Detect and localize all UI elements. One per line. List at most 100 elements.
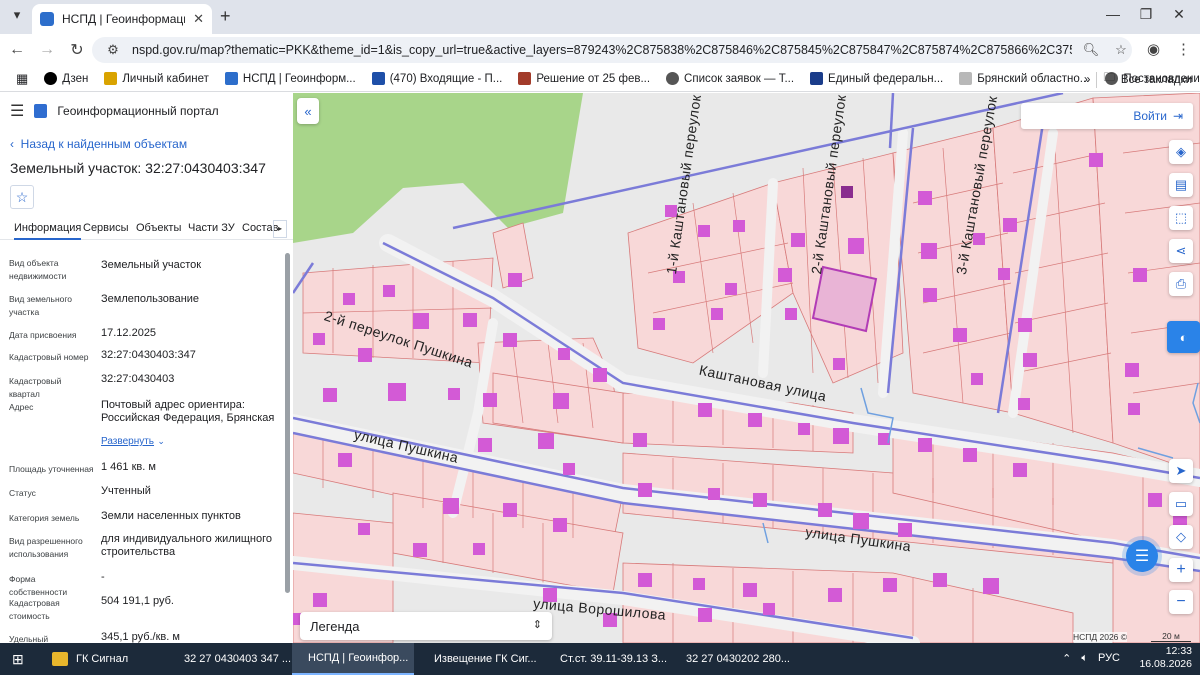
all-bookmarks-link[interactable]: Все закладки — [1121, 74, 1192, 86]
print-icon[interactable]: ⎙ — [1169, 272, 1193, 296]
new-tab-icon[interactable]: + — [220, 6, 231, 27]
bookmark-label: Список заявок — Т... — [684, 72, 795, 85]
back-to-results-link[interactable]: ‹ Назад к найденным объектам — [10, 137, 187, 151]
taskbar-label: Ст.ст. 39.11-39.13 З... — [560, 653, 668, 665]
zoom-icon[interactable]: 🔍︎ — [1080, 42, 1102, 58]
chat-icon[interactable]: ☰ — [1126, 540, 1158, 572]
prop-value: Учтенный — [101, 485, 151, 497]
share-icon[interactable]: ⋖ — [1169, 239, 1193, 263]
reload-icon[interactable]: ↻ — [64, 40, 90, 60]
taskbar-item-active[interactable]: НСПД | Геоинфор... — [292, 643, 414, 675]
object-info-panel: ☰ Геоинформационный портал ‹ Назад к най… — [0, 93, 293, 643]
taskbar-item[interactable]: ГК Сигнал — [44, 643, 164, 675]
browser-tab-active[interactable]: НСПД | Геоинформационный ✕ — [32, 4, 212, 34]
prop-value[interactable]: 32:27:0430403:347 — [101, 349, 279, 362]
bookmark-favicon — [371, 72, 385, 85]
close-tab-icon[interactable]: ✕ — [193, 11, 204, 27]
layers-icon[interactable]: ◈ — [1169, 140, 1193, 164]
taskbar-label: 32 27 0430403 347 ... — [184, 653, 292, 665]
address-bar[interactable]: ⚙ nspd.gov.ru/map?thematic=PKK&theme_id=… — [92, 37, 1132, 63]
bookmark-item[interactable]: Список заявок — Т... — [658, 72, 802, 85]
measure-icon[interactable]: ◇ — [1169, 525, 1193, 549]
tab-services[interactable]: Сервисы — [83, 222, 129, 234]
address-url[interactable]: nspd.gov.ru/map?thematic=PKK&theme_id=1&… — [132, 43, 1072, 57]
keyboard-lang[interactable]: РУС — [1098, 652, 1120, 665]
divider — [1096, 71, 1098, 88]
prop-key: Вид разрешенного использования — [9, 536, 83, 559]
prop-key: Форма собственности — [9, 574, 68, 597]
bookmark-label: (470) Входящие - П... — [389, 72, 503, 85]
taskbar-item[interactable]: Ст.ст. 39.11-39.13 З... — [544, 643, 668, 675]
basemap-icon[interactable]: ▤ — [1169, 173, 1193, 197]
taskbar-item[interactable]: 32 27 0430202 280... — [670, 643, 794, 675]
prop-value: 504 191,1 руб. — [101, 595, 174, 607]
menu-dots-icon[interactable]: ⋮ — [1176, 40, 1191, 58]
bookmark-item[interactable]: (470) Входящие - П... — [364, 72, 511, 85]
prop-key: Категория земель — [9, 513, 80, 523]
tab-information[interactable]: Информация — [14, 222, 82, 240]
bookmark-item[interactable]: Брянский областно... — [951, 72, 1097, 85]
bookmark-item[interactable]: Решение от 25 фев... — [510, 72, 658, 85]
tab-parts[interactable]: Части ЗУ — [188, 222, 235, 234]
forward-icon[interactable]: → — [34, 41, 60, 59]
tray-expand-icon[interactable]: ⌃ — [1062, 652, 1071, 665]
bookmark-item[interactable]: НСПД | Геоинформ... — [217, 72, 364, 85]
volume-icon[interactable]: 🔈︎ — [1081, 652, 1088, 665]
tab-search-icon[interactable]: ▾ — [8, 7, 26, 25]
prop-key: Статус — [9, 488, 36, 498]
collapse-panel-icon[interactable]: « — [297, 98, 319, 124]
tab-title: НСПД | Геоинформационный — [62, 12, 185, 26]
fullscreen-icon[interactable]: ▭ — [1169, 492, 1193, 516]
login-label: Войти — [1133, 109, 1167, 123]
profile-icon[interactable]: ◉ — [1147, 40, 1160, 58]
portal-title: Геоинформационный портал — [57, 104, 219, 118]
prop-key: Удельный показатель — [9, 634, 49, 643]
clock-time: 12:33 — [1165, 645, 1192, 657]
prop-key: Кадастровый номер — [9, 352, 89, 362]
zoom-out-icon[interactable]: − — [1169, 590, 1193, 614]
geolocation-icon[interactable]: ➤ — [1169, 459, 1193, 483]
panel-scrollbar[interactable] — [285, 253, 290, 593]
bookmark-item[interactable]: Дзен — [36, 72, 96, 85]
legend-button[interactable]: Легенда ⇕ — [300, 612, 552, 640]
map-canvas[interactable] — [293, 93, 1200, 643]
bookmark-item[interactable]: Личный кабинет — [96, 72, 217, 85]
hamburger-menu-icon[interactable]: ☰ — [10, 101, 24, 121]
zoom-in-icon[interactable]: + — [1169, 558, 1193, 582]
prop-key: Дата присвоения — [9, 330, 77, 340]
bookmark-favicon — [666, 72, 680, 85]
back-icon[interactable]: ← — [4, 41, 30, 59]
minimize-icon[interactable]: — — [1098, 6, 1128, 22]
bookmark-label: Личный кабинет — [122, 72, 209, 85]
start-button[interactable]: ⊞ — [4, 643, 32, 675]
prop-value: Землепользование — [101, 293, 200, 305]
prop-value: Земли населенных пунктов — [101, 510, 241, 522]
bookmark-star-icon[interactable]: ☆ — [1110, 42, 1132, 58]
prop-value: 1 461 кв. м — [101, 461, 156, 473]
panel-header: ☰ Геоинформационный портал — [0, 93, 293, 129]
close-window-icon[interactable]: ✕ — [1164, 6, 1194, 23]
taskbar-item[interactable]: 32 27 0430403 347 ... — [168, 643, 292, 675]
accessibility-icon[interactable]: ◐ — [1167, 321, 1200, 353]
clock-date: 16.08.2026 — [1139, 658, 1192, 670]
taskbar-item[interactable]: Извещение ГК Сиг... — [418, 643, 540, 675]
more-bookmarks-icon[interactable]: » — [1084, 74, 1090, 86]
favorite-star-icon[interactable]: ☆ — [10, 185, 34, 209]
tab-objects[interactable]: Объекты — [136, 222, 181, 234]
select-area-icon[interactable]: ⬚ — [1169, 206, 1193, 230]
login-icon: ⇥ — [1172, 109, 1183, 123]
bookmark-item[interactable]: Единый федеральн... — [802, 72, 951, 85]
object-title: Земельный участок: 32:27:0430403:347 — [10, 160, 266, 176]
prop-value[interactable]: 32:27:0430403 — [101, 373, 279, 386]
cadastral-map[interactable]: 2-й переулок Пушкина Каштановая улица 1-… — [293, 93, 1200, 643]
maximize-icon[interactable]: ❐ — [1131, 6, 1161, 23]
chevron-down-icon: ⌄ — [157, 436, 165, 446]
tabs-scroll-right-icon[interactable]: ▸ — [273, 220, 287, 238]
bookmark-label: Дзен — [62, 72, 89, 85]
expand-address-link[interactable]: Развернуть ⌄ — [101, 433, 165, 447]
prop-value: 17.12.2025 — [101, 327, 157, 339]
site-info-icon[interactable]: ⚙ — [102, 42, 124, 58]
login-button[interactable]: Войти ⇥ — [1021, 103, 1193, 129]
apps-grid-icon[interactable]: ▦ — [8, 71, 36, 87]
clock[interactable]: 12:33 16.08.2026 — [1139, 645, 1192, 671]
